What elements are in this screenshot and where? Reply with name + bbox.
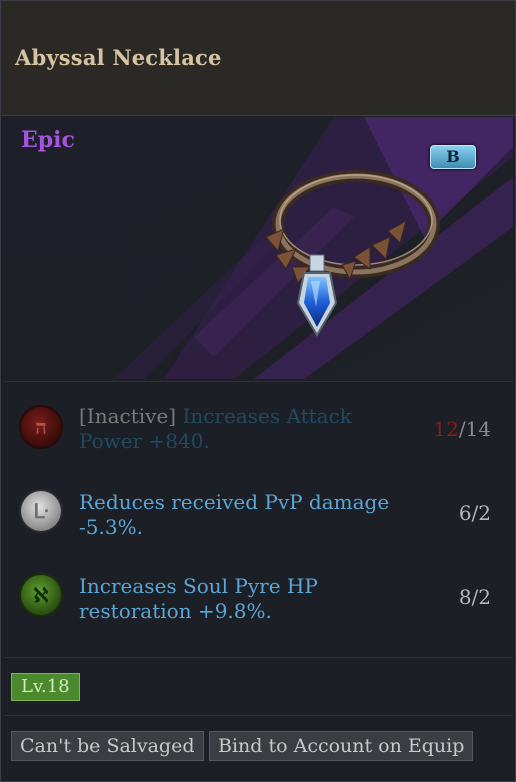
effect-row-1: ה [Inactive] Increases Attack Power +840…	[1, 393, 515, 463]
item-art-panel: Epic B	[4, 117, 513, 379]
item-grade: Epic	[21, 127, 75, 153]
level-badge: Lv.18	[11, 673, 80, 701]
white-rune-icon: ᒷ	[21, 491, 61, 531]
tag-cant-salvage: Can't be Salvaged	[11, 731, 204, 761]
effect-text: Reduces received PvP damage -5.3%.	[79, 490, 390, 539]
bind-badge: B	[430, 145, 476, 169]
item-tooltip: Abyssal Necklace Epic B ה [Inactive] Inc…	[0, 0, 516, 782]
effect-value: 6/2	[458, 501, 491, 525]
inactive-label: [Inactive]	[79, 404, 177, 428]
effect-text: Increases Soul Pyre HP restoration +9.8%…	[79, 574, 318, 623]
item-name: Abyssal Necklace	[15, 45, 222, 70]
divider	[4, 381, 513, 382]
tooltip-header: Abyssal Necklace	[1, 1, 515, 116]
effect-row-3: ℵ Increases Soul Pyre HP restoration +9.…	[1, 561, 515, 631]
green-rune-icon: ℵ	[21, 575, 61, 615]
red-rune-icon: ה	[21, 407, 61, 447]
tag-bind-on-equip: Bind to Account on Equip	[209, 731, 474, 761]
divider	[4, 715, 513, 716]
effect-value: 12/14	[433, 417, 491, 441]
effect-row-2: ᒷ Reduces received PvP damage -5.3%. 6/2	[1, 477, 515, 547]
effect-value: 8/2	[458, 585, 491, 609]
divider	[4, 657, 513, 658]
